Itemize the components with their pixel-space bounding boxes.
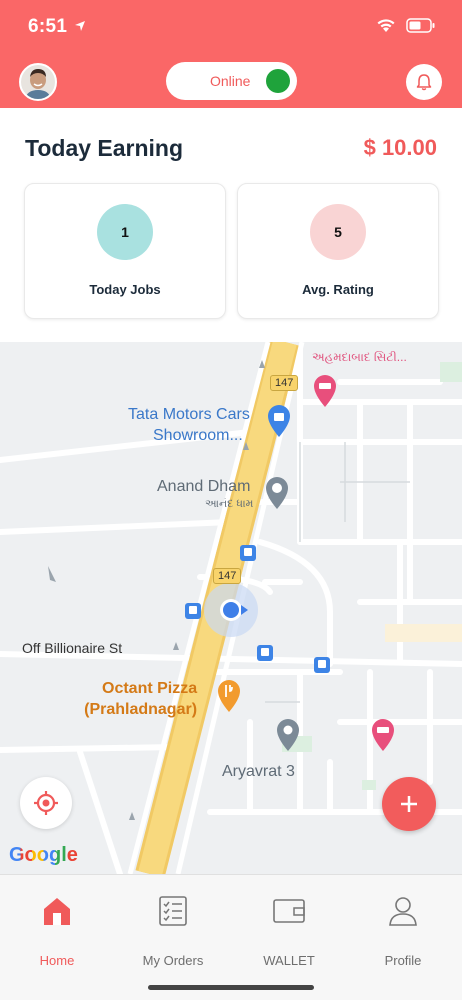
app-header: 6:51 Online xyxy=(0,0,462,108)
driver-home-screen: 6:51 Online Today Earning $ 10.00 1 Toda… xyxy=(0,0,462,1000)
tab-home-label: Home xyxy=(39,953,75,968)
tab-wallet[interactable]: WALLET xyxy=(244,893,334,968)
recenter-button[interactable] xyxy=(20,777,72,829)
route-147-shield-mid: 147 xyxy=(213,568,242,584)
octant-pizza-line1: Octant Pizza xyxy=(102,680,198,697)
avatar-image xyxy=(21,65,55,99)
tab-home[interactable]: Home xyxy=(12,893,102,968)
hotel-pin-icon xyxy=(314,375,336,407)
map-label-octant-pizza: Octant Pizza (Prahladnagar) xyxy=(84,678,197,720)
today-jobs-label: Today Jobs xyxy=(89,282,161,297)
tab-profile-label: Profile xyxy=(384,953,422,968)
user-icon xyxy=(358,893,448,929)
anand-dham-gujarati: આનંદ ધામ xyxy=(205,498,254,510)
today-earning-title: Today Earning xyxy=(25,135,184,161)
notification-button[interactable] xyxy=(406,64,442,100)
map-label-anand-dham: Anand Dham આનંદ ધામ xyxy=(157,478,253,511)
map-label-gujarati-city: અહમદાબાદ સિટી... xyxy=(312,350,407,364)
bus-stop-icon xyxy=(240,545,256,561)
tata-motors-line1: Tata Motors Cars xyxy=(128,406,250,423)
wifi-icon xyxy=(377,19,395,32)
home-icon xyxy=(12,893,102,929)
restaurant-pin-icon xyxy=(218,680,240,712)
google-logo: Google xyxy=(9,844,78,867)
plus-icon xyxy=(401,796,417,812)
tab-my-orders[interactable]: My Orders xyxy=(128,893,218,968)
crosshair-icon xyxy=(34,791,58,815)
home-indicator xyxy=(148,985,314,990)
map-label-off-billionaire: Off Billionaire St xyxy=(22,640,123,656)
map-label-aryavrat: Aryavrat 3 xyxy=(222,763,295,780)
anand-dham-name: Anand Dham xyxy=(157,478,251,495)
add-button[interactable] xyxy=(382,777,436,831)
route-147-shield-top: 147 xyxy=(270,375,299,391)
bottom-nav: Home My Orders WALLET Profile xyxy=(0,874,462,1000)
avg-rating-label: Avg. Rating xyxy=(302,282,374,297)
tab-my-orders-label: My Orders xyxy=(142,953,204,968)
shopping-pin-icon xyxy=(268,405,290,437)
bus-stop-icon-3 xyxy=(257,645,273,661)
tab-wallet-label: WALLET xyxy=(263,953,315,968)
online-toggle-label: Online xyxy=(210,73,251,89)
octant-pizza-line2: (Prahladnagar) xyxy=(84,701,198,718)
status-icons xyxy=(376,18,436,33)
wallet-icon xyxy=(244,893,334,929)
location-arrow-icon xyxy=(75,21,85,31)
bus-stop-icon-2 xyxy=(185,603,201,619)
status-time: 6:51 xyxy=(28,16,68,37)
avg-rating-card[interactable]: 5 Avg. Rating xyxy=(237,183,439,319)
bus-stop-icon-4 xyxy=(314,657,330,673)
battery-icon xyxy=(406,18,435,33)
tab-profile[interactable]: Profile xyxy=(358,893,448,968)
checklist-icon xyxy=(128,893,218,929)
map-view[interactable]: 147 147 અહમદાબાદ સિટી... Tata Motors Car… xyxy=(0,342,462,874)
tata-motors-line2: Showroom... xyxy=(153,427,243,444)
bell-icon xyxy=(416,74,432,91)
today-jobs-card[interactable]: 1 Today Jobs xyxy=(24,183,226,319)
today-jobs-value: 1 xyxy=(97,204,153,260)
avg-rating-value: 5 xyxy=(310,204,366,260)
today-earning-amount: $ 10.00 xyxy=(363,135,437,160)
hotel-pin-icon-2 xyxy=(372,719,394,751)
temple-pin-icon xyxy=(266,477,288,509)
google-logo-text: Google xyxy=(9,844,78,866)
place-pin-icon xyxy=(277,719,299,751)
avatar[interactable] xyxy=(19,63,57,101)
map-label-tata-motors: Tata Motors Cars Showroom... xyxy=(128,404,250,446)
online-status-knob xyxy=(266,69,290,93)
online-toggle[interactable]: Online xyxy=(166,62,297,100)
